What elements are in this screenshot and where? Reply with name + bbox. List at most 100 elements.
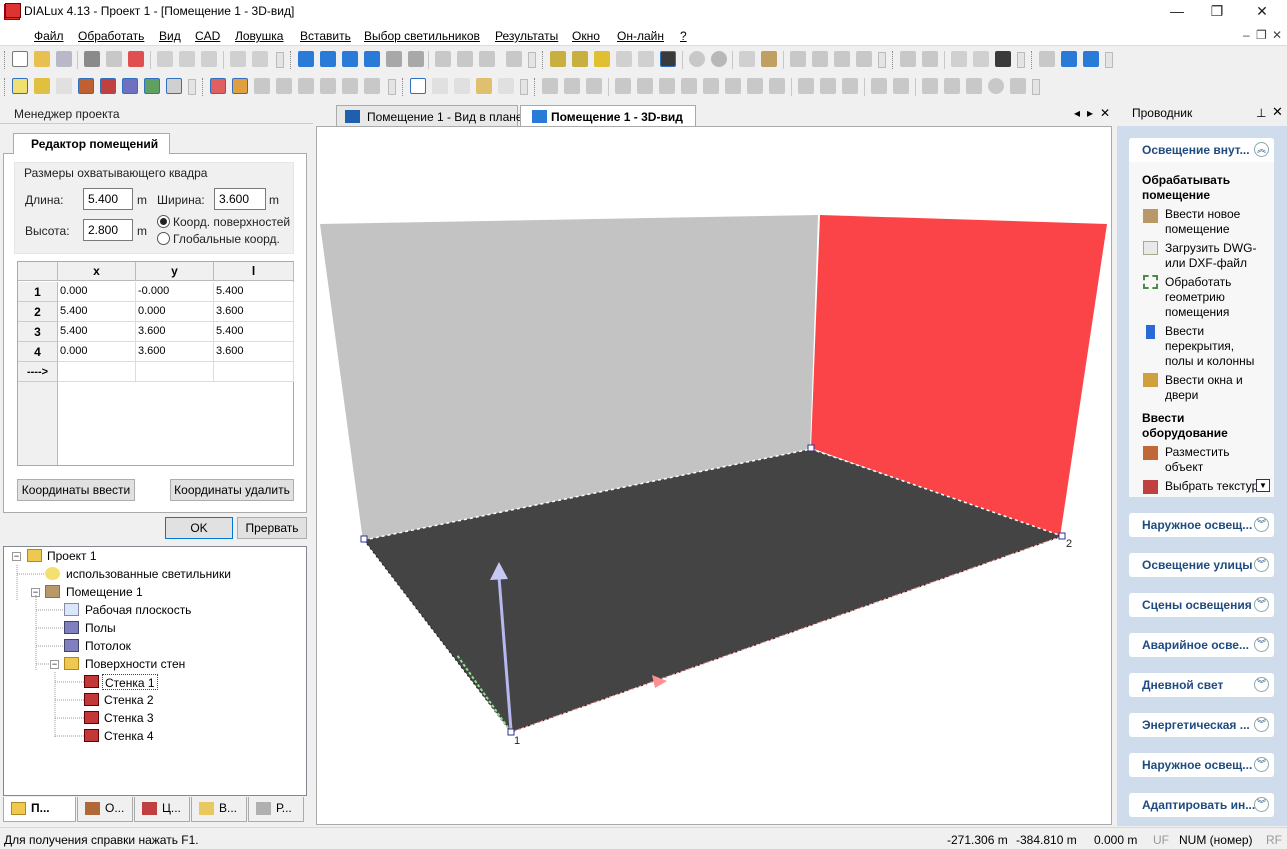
- menu-file[interactable]: Файл: [34, 29, 64, 43]
- rotate-icon[interactable]: [457, 51, 473, 67]
- camera-icon[interactable]: [995, 51, 1011, 67]
- measure-icon[interactable]: [739, 51, 755, 67]
- dxf-export-icon[interactable]: [856, 51, 872, 67]
- toolbar-grip[interactable]: [4, 51, 7, 69]
- zoom-window-icon[interactable]: [408, 51, 424, 67]
- walk-icon[interactable]: [498, 78, 514, 94]
- chevron-up-icon[interactable]: ︽: [1254, 142, 1269, 157]
- menu-view[interactable]: Вид: [159, 29, 181, 43]
- chevron-down-icon[interactable]: ︾: [1254, 637, 1269, 652]
- calc-output-icon[interactable]: [572, 51, 588, 67]
- chevron-down-icon[interactable]: ︾: [1254, 717, 1269, 732]
- print-icon[interactable]: [84, 51, 100, 67]
- paste-icon[interactable]: [201, 51, 217, 67]
- copy-icon[interactable]: [179, 51, 195, 67]
- menu-luminaire-selection[interactable]: Выбор светильников: [364, 29, 480, 43]
- explorer-close-icon[interactable]: ✕: [1272, 104, 1283, 120]
- snap-arc-icon[interactable]: [320, 78, 336, 94]
- table-cell[interactable]: -0.000: [136, 282, 214, 302]
- false-colour-icon[interactable]: [616, 51, 632, 67]
- section-outdoor-lighting[interactable]: Наружное освещ... ︾: [1129, 513, 1274, 537]
- dxf-layer-icon[interactable]: [790, 51, 806, 67]
- dxf-align-icon[interactable]: [812, 51, 828, 67]
- width-input[interactable]: 3.600: [214, 188, 266, 210]
- section-indoor-lighting[interactable]: Освещение внут... ︽: [1129, 138, 1274, 162]
- table-cell-empty[interactable]: [136, 362, 214, 382]
- toolbar-grip[interactable]: [4, 78, 7, 96]
- tree-item-wall-surfaces[interactable]: Поверхности стен: [85, 656, 185, 672]
- length-input[interactable]: 5.400: [83, 188, 133, 210]
- report-icon[interactable]: [900, 51, 916, 67]
- toolbar-overflow-icon[interactable]: [188, 79, 196, 95]
- snap-dxf-icon[interactable]: [276, 78, 292, 94]
- snap-grid-icon[interactable]: [254, 78, 270, 94]
- action-edit-geometry[interactable]: Обработать геометрию помещения: [1165, 275, 1265, 320]
- door-object-icon[interactable]: [681, 78, 697, 94]
- calc-icon[interactable]: [550, 51, 566, 67]
- mdi-minimize-button[interactable]: –: [1243, 28, 1250, 42]
- table-cell[interactable]: 5.400: [58, 302, 136, 322]
- table-cell[interactable]: 5.400: [58, 322, 136, 342]
- pin-icon[interactable]: ⊥: [1256, 106, 1266, 120]
- raytracer-icon[interactable]: [638, 51, 654, 67]
- height-input[interactable]: 2.800: [83, 219, 133, 241]
- select-group-icon[interactable]: [34, 78, 50, 94]
- cut-icon[interactable]: [157, 51, 173, 67]
- extrude-icon[interactable]: [564, 78, 580, 94]
- menu-snap[interactable]: Ловушка: [235, 29, 283, 43]
- enter-coordinates-button[interactable]: Координаты ввести: [17, 479, 135, 501]
- toolbar-grip[interactable]: [542, 51, 545, 69]
- table-cell[interactable]: 0.000: [58, 342, 136, 362]
- greyscale-icon[interactable]: [711, 51, 727, 67]
- draw-polyline-icon[interactable]: [944, 78, 960, 94]
- table-cell[interactable]: 5.400: [214, 282, 294, 302]
- vertex-handle[interactable]: [807, 444, 815, 452]
- column-icon[interactable]: [725, 78, 741, 94]
- zoom-icon[interactable]: [432, 78, 448, 94]
- surface-coords-radio[interactable]: [157, 215, 170, 228]
- table-cell[interactable]: 0.000: [58, 282, 136, 302]
- table-cell-empty[interactable]: [214, 362, 294, 382]
- snap-point-icon[interactable]: [342, 78, 358, 94]
- move-icon[interactable]: [435, 51, 451, 67]
- toolbar-overflow-icon[interactable]: [520, 79, 528, 95]
- select-icon[interactable]: [12, 78, 28, 94]
- cylinder-icon[interactable]: [615, 78, 631, 94]
- toolbar-overflow-icon[interactable]: [528, 52, 536, 68]
- toolbar-grip[interactable]: [534, 78, 537, 96]
- edge-select-icon[interactable]: [166, 78, 182, 94]
- beam-icon[interactable]: [747, 78, 763, 94]
- dxf-snap-icon[interactable]: [834, 51, 850, 67]
- draw-circle-icon[interactable]: [988, 78, 1004, 94]
- toolbar-grip[interactable]: [290, 51, 293, 69]
- pointer-icon[interactable]: [410, 78, 426, 94]
- table-cell[interactable]: 3.600: [136, 342, 214, 362]
- frame-icon[interactable]: [820, 78, 836, 94]
- print-preview-icon[interactable]: [106, 51, 122, 67]
- texture-icon[interactable]: [842, 78, 858, 94]
- undo-icon[interactable]: [230, 51, 246, 67]
- row-header[interactable]: 1: [18, 282, 58, 302]
- save-icon[interactable]: [56, 51, 72, 67]
- view-3d-icon[interactable]: [298, 51, 314, 67]
- window-vertical-icon[interactable]: [1083, 51, 1099, 67]
- table-cell[interactable]: 3.600: [136, 322, 214, 342]
- tree-item-wall-4[interactable]: Стенка 4: [104, 728, 154, 744]
- snap-object-icon[interactable]: [364, 78, 380, 94]
- isolines-icon[interactable]: [689, 51, 705, 67]
- table-cell[interactable]: 3.600: [214, 342, 294, 362]
- vertex-handle[interactable]: [360, 535, 368, 543]
- chevron-down-icon[interactable]: ︾: [1254, 797, 1269, 812]
- new-row-header[interactable]: ---->: [18, 362, 58, 382]
- mdi-restore-button[interactable]: ❐: [1256, 28, 1267, 42]
- menu-window[interactable]: Окно: [572, 29, 600, 43]
- minimize-button[interactable]: —: [1155, 0, 1199, 24]
- group-icon[interactable]: [893, 78, 909, 94]
- tree-item-luminaires[interactable]: использованные светильники: [66, 566, 231, 582]
- cuboid-icon[interactable]: [542, 78, 558, 94]
- view-shaded-icon[interactable]: [386, 51, 402, 67]
- toolbar-overflow-icon[interactable]: [1105, 52, 1113, 68]
- luminaire-icon[interactable]: [594, 51, 610, 67]
- selection-icon[interactable]: [1039, 51, 1055, 67]
- toolbar-grip[interactable]: [892, 51, 895, 69]
